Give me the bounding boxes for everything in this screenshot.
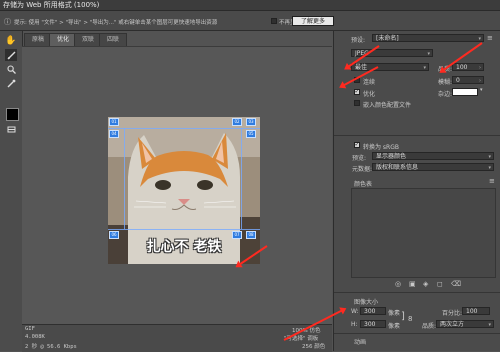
slice-select-icon[interactable] <box>5 49 17 61</box>
animation-label: 动画 <box>354 339 367 346</box>
toggle-slices-icon[interactable] <box>5 123 17 135</box>
color-table[interactable] <box>351 188 496 278</box>
web-snap-icon[interactable]: ◈ <box>423 280 428 288</box>
blur-field[interactable]: 0 › <box>452 76 484 84</box>
chevron-down-icon: ▾ <box>427 51 430 57</box>
trash-icon[interactable]: ⌫ <box>451 280 461 288</box>
color-table-toolbar: ◎ ▣ ◈ ◻ ⌫ <box>351 280 496 290</box>
title-bar: 存储为 Web 所用格式 (100%) <box>0 0 500 11</box>
progressive-label: 连续 <box>363 79 376 86</box>
slice-line <box>108 229 260 230</box>
chevron-down-icon: ▾ <box>488 322 491 328</box>
preview-dropdown[interactable]: 显示器颜色 ▾ <box>372 152 494 160</box>
height-unit: 像素 <box>388 323 401 330</box>
preset-dropdown[interactable]: [未命名] ▾ <box>372 34 484 42</box>
zoom-icon[interactable] <box>5 63 17 75</box>
chevron-right-icon: › <box>479 78 481 84</box>
chevron-down-icon[interactable]: ▾ <box>480 87 483 93</box>
info-icon: ⓘ <box>4 18 11 26</box>
learn-more-button[interactable]: 了解更多 <box>292 16 334 26</box>
divider <box>334 292 500 293</box>
tab-optimized[interactable]: 优化 <box>49 33 78 46</box>
chevron-right-icon: › <box>479 65 481 71</box>
image-caption: 扎心不 老铁 <box>146 239 222 255</box>
color-table-label: 颜色表 <box>354 181 373 188</box>
resample-dropdown[interactable]: 两次立方 ▾ <box>436 320 494 328</box>
info-time: 2 秒 @ 56.6 Kbps <box>25 344 77 350</box>
matte-color-swatch[interactable] <box>452 88 478 96</box>
resample-label: 品质: <box>422 323 437 330</box>
width-field[interactable]: 300 <box>360 307 386 315</box>
chevron-down-icon: ▾ <box>488 154 491 160</box>
slice-badge[interactable]: 04 <box>109 130 119 138</box>
image-size-label: 图像大小 <box>354 299 379 306</box>
slice-badge[interactable]: 02 <box>232 118 242 126</box>
preview-label: 预览: <box>352 155 367 162</box>
eyedropper-color-swatch[interactable] <box>6 108 19 121</box>
eyedropper-icon[interactable] <box>5 77 17 89</box>
tab-2up[interactable]: 双联 <box>74 33 103 46</box>
embed-profile-checkbox[interactable] <box>354 100 360 106</box>
lock-icon[interactable]: ▣ <box>409 280 416 288</box>
slice-badge[interactable]: 03 <box>246 118 256 126</box>
hand-icon[interactable]: ✋ <box>5 35 17 47</box>
slice-badge[interactable]: 01 <box>109 118 119 126</box>
quality-field[interactable]: 100 › <box>452 63 484 71</box>
window-title: 存储为 Web 所用格式 (100%) <box>3 1 100 9</box>
preset-label: 预设: <box>351 37 366 44</box>
matte-label: 杂边: <box>438 91 453 98</box>
embed-profile-label: 嵌入颜色配置文件 <box>363 102 412 109</box>
info-tip: 提示: 使用 "文件" > "导出" > "导出为..." 或右键单击某个图层可… <box>14 20 218 26</box>
percent-field[interactable]: 100 <box>462 307 490 315</box>
tab-4up[interactable]: 四联 <box>99 33 128 46</box>
height-label: H: <box>351 321 358 328</box>
tab-original[interactable]: 原稿 <box>24 33 53 46</box>
slice-line <box>241 128 242 229</box>
slice-line <box>124 128 125 229</box>
new-color-icon[interactable]: ◻ <box>437 280 443 288</box>
dont-show-checkbox[interactable] <box>271 18 277 24</box>
optimized-checkbox[interactable] <box>354 88 360 95</box>
divider <box>334 333 500 334</box>
info-format: GIF <box>25 326 35 332</box>
chain-icon[interactable]: 8 <box>408 315 412 323</box>
optimized-label: 优化 <box>363 91 376 98</box>
info-bar: ⓘ 提示: 使用 "文件" > "导出" > "导出为..." 或右键单击某个图… <box>0 11 500 31</box>
divider <box>334 135 500 136</box>
percent-label: 百分比: <box>442 310 463 317</box>
slice-badge[interactable]: 07 <box>232 231 242 239</box>
view-tabs: 原稿 优化 双联 四联 <box>22 33 332 46</box>
slice-badge[interactable]: 05 <box>246 130 256 138</box>
info-colors: 256 颜色 <box>302 344 326 350</box>
metadata-dropdown[interactable]: 版权和联系信息 ▾ <box>372 163 494 171</box>
info-size: 4.008K <box>25 334 45 340</box>
preview-image[interactable]: 扎心不 老铁 01 02 03 04 05 06 07 08 <box>108 117 260 264</box>
metadata-label: 元数据: <box>352 166 373 173</box>
blur-label: 模糊: <box>438 79 453 86</box>
color-table-menu-icon[interactable]: ≡ <box>489 177 495 185</box>
slice-badge[interactable]: 06 <box>109 231 119 239</box>
settings-menu-icon[interactable]: ≡ <box>487 34 493 42</box>
settings-panel: 预设: [未命名]▾ ≡ JPEG▾ 最佳▾ 品质: 100› 连续 模糊: 0… <box>333 31 500 351</box>
link-constraint-icon[interactable]: ] <box>401 311 405 322</box>
height-field[interactable]: 300 <box>360 320 386 328</box>
tool-panel: ✋ <box>0 31 23 351</box>
width-unit: 像素 <box>388 310 401 317</box>
width-label: W: <box>351 308 359 315</box>
map-color-icon[interactable]: ◎ <box>395 280 401 288</box>
convert-srgb-checkbox[interactable] <box>354 141 360 148</box>
slice-badge[interactable]: 08 <box>246 231 256 239</box>
convert-srgb-label: 转换为 sRGB <box>363 144 399 151</box>
chevron-down-icon: ▾ <box>488 165 491 171</box>
slice-line <box>108 128 260 129</box>
chevron-down-icon: ▾ <box>423 65 426 71</box>
quality-preset-dropdown[interactable]: 最佳 ▾ <box>351 63 429 71</box>
